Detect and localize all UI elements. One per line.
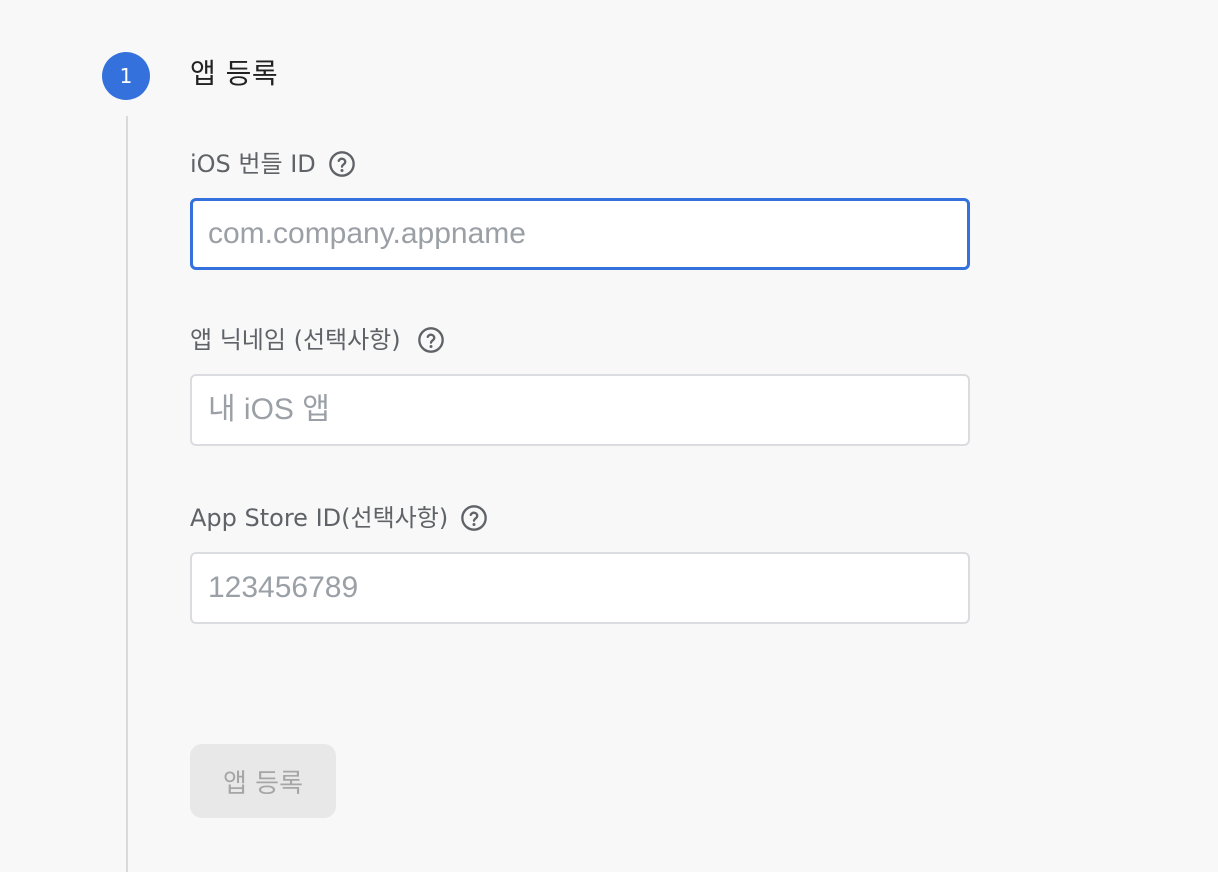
bundle-id-label-text: iOS 번들 ID [190, 150, 316, 178]
bundle-id-input[interactable] [190, 198, 970, 270]
help-circle-icon[interactable] [328, 150, 356, 178]
app-store-id-input[interactable] [190, 552, 970, 624]
step-connector-line [126, 116, 128, 872]
step-title: 앱 등록 [190, 57, 279, 90]
app-store-id-label-text: App Store ID(선택사항) [190, 504, 449, 532]
help-circle-icon[interactable] [460, 504, 488, 532]
bundle-id-label: iOS 번들 ID [190, 148, 356, 180]
app-nickname-label: 앱 닉네임 (선택사항) [190, 324, 445, 356]
app-store-id-label: App Store ID(선택사항) [190, 502, 488, 534]
step-number-badge: 1 [102, 52, 150, 100]
app-nickname-input[interactable] [190, 374, 970, 446]
help-circle-icon[interactable] [417, 326, 445, 354]
register-app-button[interactable]: 앱 등록 [190, 744, 336, 818]
register-app-step: 1 앱 등록 iOS 번들 ID 앱 닉네임 (선택사항) App Store … [0, 0, 1218, 872]
app-nickname-label-text: 앱 닉네임 (선택사항) [190, 326, 401, 354]
